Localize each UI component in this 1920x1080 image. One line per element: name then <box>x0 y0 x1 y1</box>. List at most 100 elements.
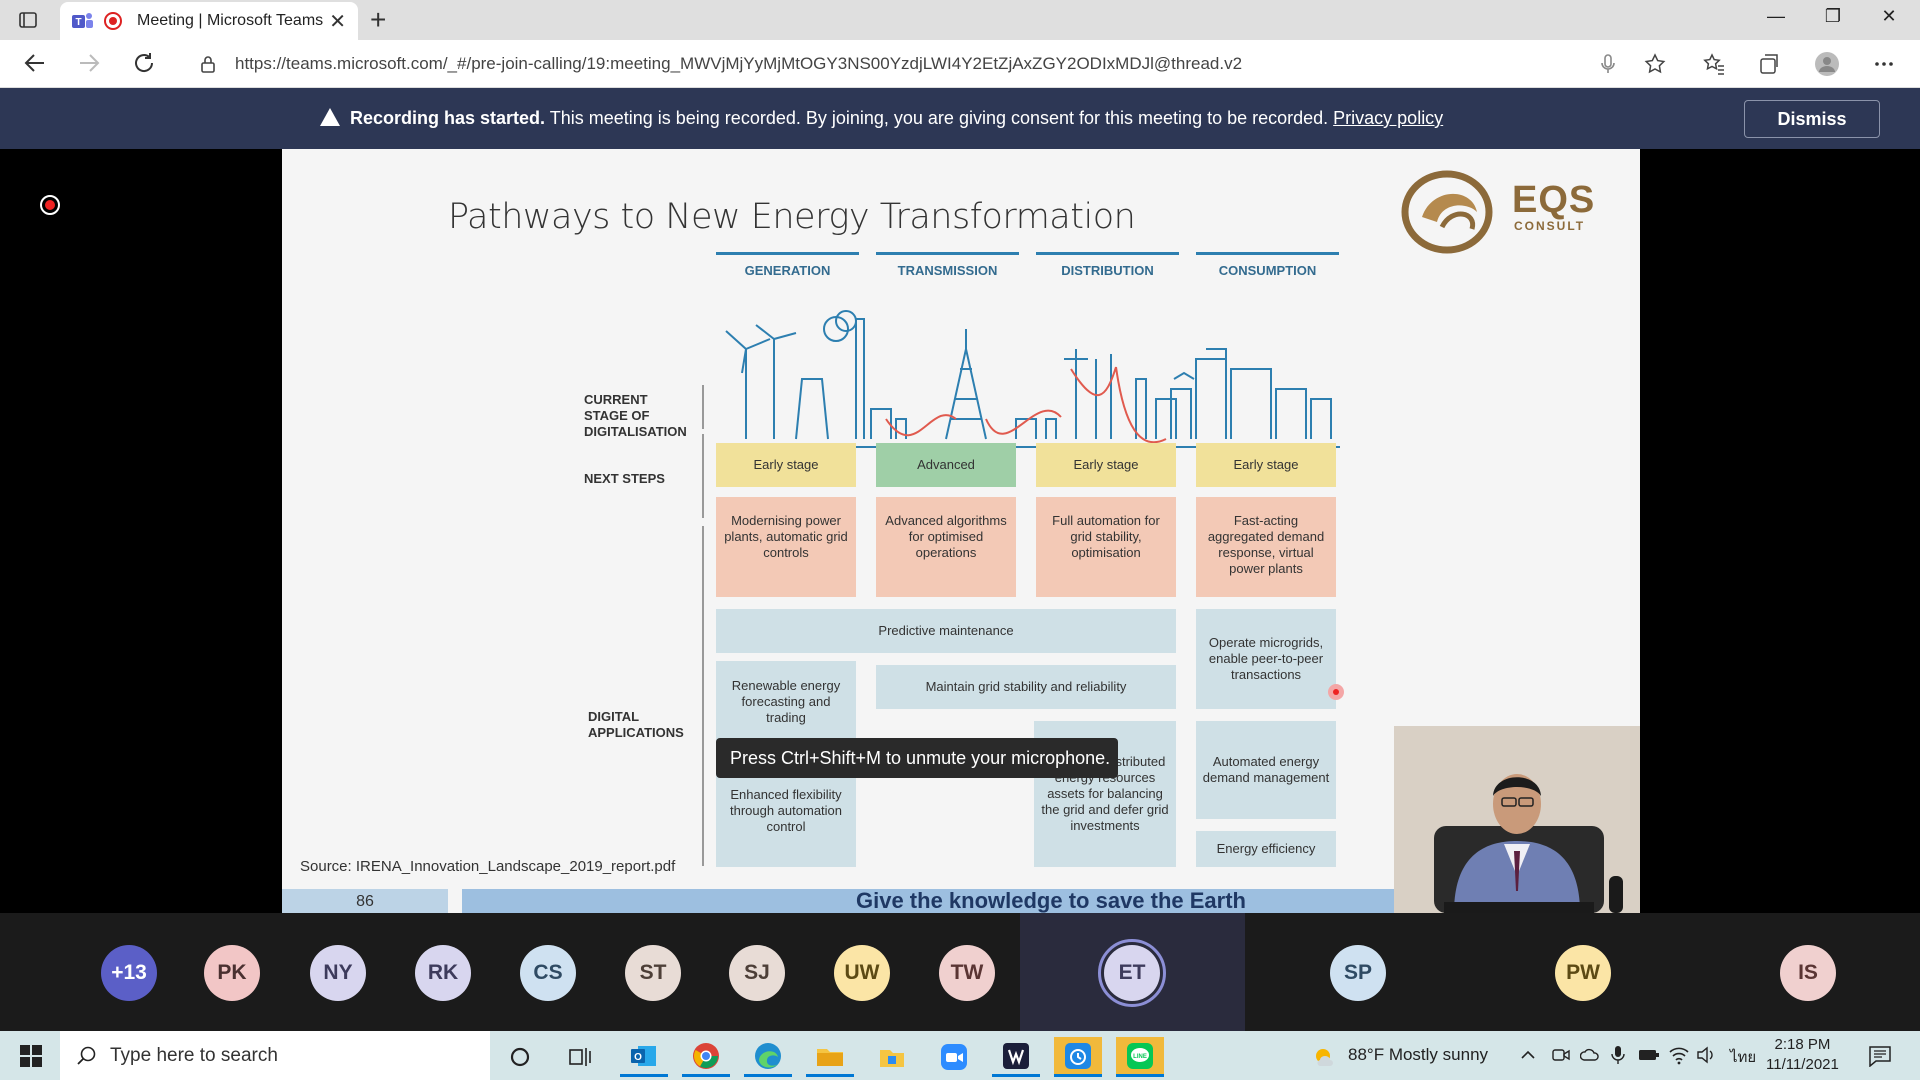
participant-avatar[interactable]: RK <box>415 945 471 1001</box>
input-language[interactable]: ไทย <box>1730 1045 1756 1069</box>
column-consumption: CONSUMPTION <box>1196 252 1339 278</box>
dismiss-button[interactable]: Dismiss <box>1744 100 1880 138</box>
app-predictive-maintenance: Predictive maintenance <box>716 609 1176 653</box>
participant-avatar[interactable]: PW <box>1555 945 1611 1001</box>
teams-taskbar-icon[interactable] <box>992 1037 1040 1077</box>
wifi-icon[interactable] <box>1668 1045 1690 1065</box>
participant-avatar[interactable]: UW <box>834 945 890 1001</box>
profile-avatar-icon[interactable] <box>1815 52 1839 76</box>
presenter-video-image <box>1394 726 1640 913</box>
participant-avatar-speaking[interactable]: ET <box>1104 945 1160 1001</box>
forward-arrow-icon[interactable] <box>76 50 102 76</box>
row-label-digital-applications: DIGITAL APPLICATIONS <box>588 709 684 740</box>
weather-sun-icon[interactable] <box>1312 1044 1336 1068</box>
participant-avatar[interactable]: NY <box>310 945 366 1001</box>
notifications-icon[interactable] <box>1868 1045 1892 1067</box>
participant-avatar[interactable]: ST <box>625 945 681 1001</box>
browser-toolbar: https://teams.microsoft.com/_#/pre-join-… <box>0 40 1920 88</box>
recording-title: Recording has started. <box>350 108 546 128</box>
chevron-up-icon[interactable] <box>1520 1047 1536 1063</box>
recording-app-icon[interactable] <box>1054 1037 1102 1077</box>
windows-start-icon[interactable] <box>20 1045 42 1067</box>
refresh-icon[interactable] <box>131 50 157 76</box>
file-explorer-icon[interactable] <box>806 1037 854 1077</box>
search-placeholder: Type here to search <box>110 1045 278 1066</box>
stage-transmission: Advanced <box>876 443 1016 487</box>
edge-icon[interactable] <box>744 1037 792 1077</box>
row-label-current-stage: CURRENT STAGE OF DIGITALISATION <box>584 392 687 439</box>
back-arrow-icon[interactable] <box>22 50 48 76</box>
next-step-transmission: Advanced algorithms for optimised operat… <box>876 497 1016 597</box>
recording-tab-icon <box>104 12 122 30</box>
close-tab-icon[interactable]: ✕ <box>329 9 346 34</box>
row-label-next-steps: NEXT STEPS <box>584 471 665 486</box>
taskbar-clock[interactable]: 2:18 PM 11/11/2021 <box>1766 1035 1839 1075</box>
slide-page-number: 86 <box>282 889 448 913</box>
column-distribution: DISTRIBUTION <box>1036 252 1179 278</box>
minimize-button[interactable]: — <box>1753 6 1799 27</box>
microphone-icon[interactable] <box>1596 52 1620 76</box>
participant-avatar[interactable]: PK <box>204 945 260 1001</box>
app-energy-efficiency: Energy efficiency <box>1196 831 1336 867</box>
battery-icon[interactable] <box>1638 1047 1660 1063</box>
recording-message: Recording has started. This meeting is b… <box>320 108 1443 129</box>
stage-consumption: Early stage <box>1196 443 1336 487</box>
address-bar[interactable]: https://teams.microsoft.com/_#/pre-join-… <box>180 46 1680 82</box>
stage-distribution: Early stage <box>1036 443 1176 487</box>
participants-bar: +13 PK NY RK CS ST SJ UW TW ET SP PW IS <box>0 913 1920 1031</box>
favorites-icon[interactable] <box>1702 52 1726 76</box>
onedrive-cloud-icon[interactable] <box>1580 1046 1600 1064</box>
svg-text:LINE: LINE <box>1133 1054 1147 1060</box>
lock-icon[interactable] <box>200 55 216 73</box>
windows-taskbar: Type here to search O LINE 88°F Mostly s… <box>0 1031 1920 1080</box>
collections-icon[interactable] <box>1757 52 1781 76</box>
participant-avatar[interactable]: SP <box>1330 945 1386 1001</box>
restore-button[interactable]: ❐ <box>1810 6 1856 27</box>
participant-avatar[interactable]: CS <box>520 945 576 1001</box>
laser-pointer-icon <box>1328 684 1344 700</box>
logo-subtext: CONSULT <box>1514 219 1586 233</box>
new-tab-button[interactable]: + <box>370 4 386 36</box>
tab-actions-icon[interactable] <box>18 10 38 30</box>
meeting-stage: Pathways to New Energy Transformation EQ… <box>0 149 1920 913</box>
line-icon[interactable]: LINE <box>1116 1037 1164 1077</box>
chrome-icon[interactable] <box>682 1037 730 1077</box>
volume-icon[interactable] <box>1696 1046 1716 1064</box>
app-demand-management: Automated energy demand management <box>1196 721 1336 819</box>
microphone-tray-icon[interactable] <box>1610 1045 1626 1065</box>
participant-avatar[interactable]: SJ <box>729 945 785 1001</box>
svg-text:T: T <box>75 17 81 28</box>
stage-generation: Early stage <box>716 443 856 487</box>
taskbar-search[interactable]: Type here to search <box>60 1031 490 1080</box>
tab-title: Meeting | Microsoft Teams <box>137 12 324 29</box>
cortana-icon[interactable] <box>496 1037 544 1077</box>
presenter-video[interactable] <box>1394 726 1640 913</box>
weather-text[interactable]: 88°F Mostly sunny <box>1348 1045 1488 1065</box>
more-options-icon[interactable] <box>1872 52 1896 76</box>
recording-indicator-icon <box>40 195 60 215</box>
participant-avatar[interactable]: TW <box>939 945 995 1001</box>
browser-tab-strip: T Meeting | Microsoft Teams ✕ + — ❐ ✕ <box>0 0 1920 40</box>
privacy-policy-link[interactable]: Privacy policy <box>1333 108 1443 128</box>
close-window-button[interactable]: ✕ <box>1866 6 1912 27</box>
clock-date: 11/11/2021 <box>1766 1056 1839 1073</box>
zoom-icon[interactable] <box>930 1037 978 1077</box>
divider <box>702 434 704 518</box>
warning-icon <box>320 108 340 126</box>
svg-text:O: O <box>634 1052 642 1063</box>
files-app-icon[interactable] <box>868 1037 916 1077</box>
meet-now-icon[interactable] <box>1552 1046 1570 1064</box>
favorite-add-icon[interactable] <box>1643 52 1667 76</box>
column-generation: GENERATION <box>716 252 859 278</box>
app-grid-stability: Maintain grid stability and reliability <box>876 665 1176 709</box>
recording-banner: Recording has started. This meeting is b… <box>0 88 1920 149</box>
logo-text: EQS <box>1512 179 1596 221</box>
browser-tab-teams[interactable]: T Meeting | Microsoft Teams ✕ <box>60 2 358 40</box>
task-view-icon[interactable] <box>556 1037 604 1077</box>
next-step-generation: Modernising power plants, automatic grid… <box>716 497 856 597</box>
participant-avatar-overflow[interactable]: +13 <box>101 945 157 1001</box>
url-text[interactable]: https://teams.microsoft.com/_#/pre-join-… <box>235 54 1242 74</box>
slide-source: Source: IRENA_Innovation_Landscape_2019_… <box>300 858 676 875</box>
participant-avatar[interactable]: IS <box>1780 945 1836 1001</box>
outlook-icon[interactable]: O <box>620 1037 668 1077</box>
